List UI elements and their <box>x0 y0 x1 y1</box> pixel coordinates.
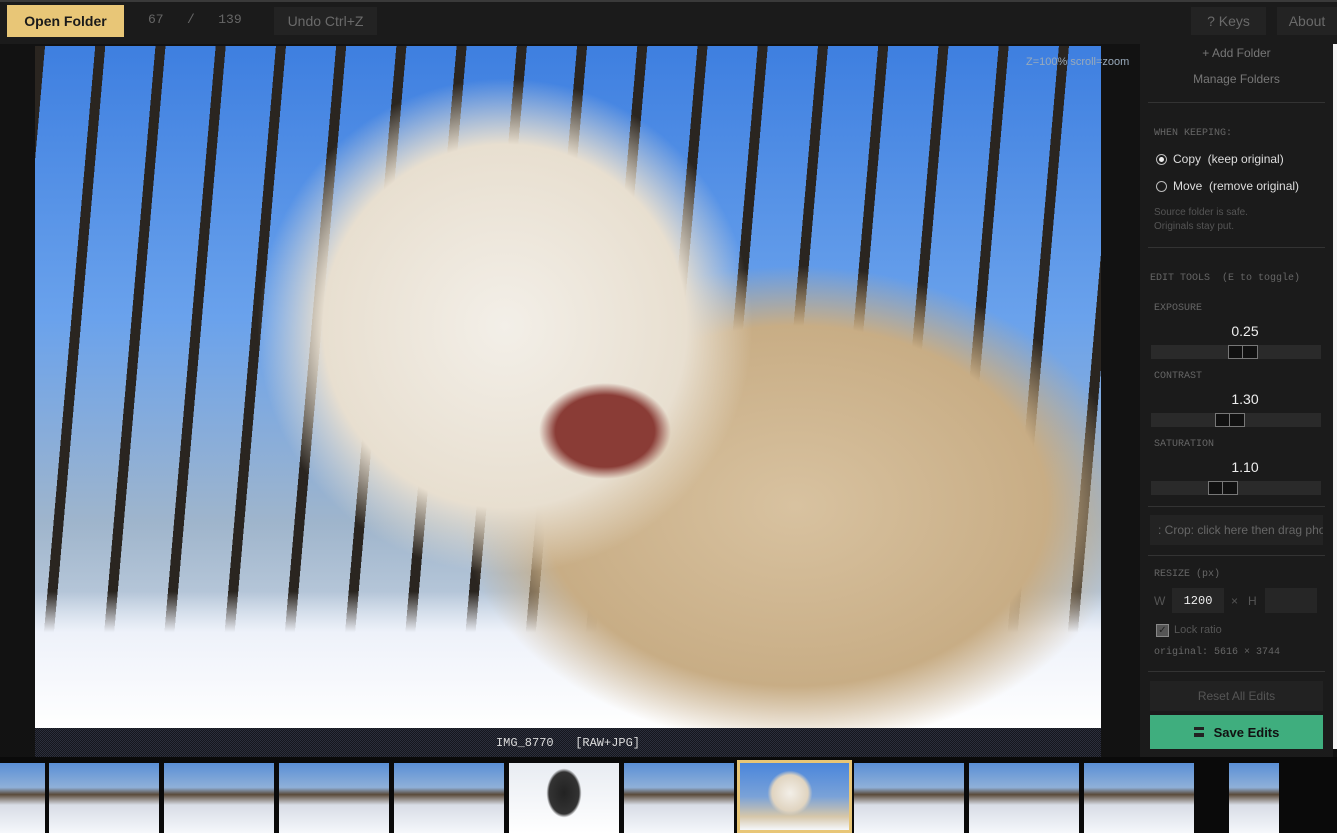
thumbnail[interactable] <box>624 763 734 833</box>
add-folder-link[interactable]: + Add Folder <box>1140 46 1333 60</box>
thumbnail[interactable] <box>1084 763 1194 833</box>
reset-edits-button[interactable]: Reset All Edits <box>1150 681 1323 711</box>
thumbnail[interactable] <box>0 763 45 833</box>
lock-ratio-label: Lock ratio <box>1174 624 1222 636</box>
photo-caption: IMG_8770 [RAW+JPG] <box>35 728 1101 757</box>
zoom-hint: Z=100% scroll=zoom <box>1026 56 1130 68</box>
thumbnail[interactable] <box>854 763 964 833</box>
photo-viewer[interactable]: Z=100% scroll=zoom IMG_8770 [RAW+JPG] <box>0 44 1140 757</box>
contrast-slider[interactable] <box>1151 413 1321 427</box>
radio-move[interactable]: Move (remove original) <box>1156 179 1299 193</box>
resize-heading: RESIZE (px) <box>1154 569 1221 580</box>
divider <box>1148 555 1325 556</box>
slider-thumb[interactable] <box>1228 345 1258 359</box>
when-keeping-heading: WHEN KEEPING: <box>1154 128 1233 139</box>
saturation-label: SATURATION <box>1154 439 1215 450</box>
saturation-slider[interactable] <box>1151 481 1321 495</box>
thumbnail[interactable] <box>279 763 389 833</box>
filmstrip <box>0 757 1337 833</box>
radio-selected-icon <box>1156 153 1167 165</box>
saturation-value: 1.10 <box>1231 459 1259 475</box>
total-count: 139 <box>218 12 242 27</box>
contrast-value: 1.30 <box>1231 391 1259 407</box>
keys-button[interactable]: ? Keys <box>1191 7 1266 35</box>
divider <box>1148 247 1325 248</box>
save-label: Save Edits <box>1213 724 1280 740</box>
thumbnail[interactable] <box>164 763 274 833</box>
thumbnail[interactable] <box>509 763 619 833</box>
radio-label: Move (remove original) <box>1173 179 1300 193</box>
top-bar: Open Folder 67 / 139 Undo Ctrl+Z ? Keys … <box>0 0 1337 44</box>
manage-folders-link[interactable]: Manage Folders <box>1140 72 1333 86</box>
thumbnail[interactable] <box>969 763 1079 833</box>
contrast-label: CONTRAST <box>1154 371 1203 382</box>
edit-tools-heading: EDIT TOOLS (E to toggle) <box>1150 273 1301 284</box>
times-sign: × <box>1231 594 1239 608</box>
exposure-value: 0.25 <box>1231 323 1259 339</box>
divider <box>1148 506 1325 507</box>
note-line: Source folder is safe. <box>1154 207 1248 218</box>
height-label: H <box>1248 594 1257 608</box>
thumbnail[interactable] <box>49 763 159 833</box>
note-line: Originals stay put. <box>1154 221 1235 232</box>
keeping-note: Source folder is safe. Originals stay put… <box>1154 206 1248 234</box>
about-button[interactable]: About <box>1277 7 1337 35</box>
radio-label: Copy (keep original) <box>1173 152 1284 166</box>
counter-separator: / <box>187 12 195 27</box>
save-icon <box>1193 727 1204 737</box>
scrollbar[interactable] <box>1333 44 1337 749</box>
original-size: original: 5616 × 3744 <box>1154 647 1281 658</box>
crop-button[interactable]: : Crop: click here then drag photo <box>1150 515 1323 545</box>
lock-ratio-checkbox[interactable]: ✓ <box>1156 624 1169 637</box>
image-counter: 67 / 139 <box>148 12 242 27</box>
main-photo[interactable] <box>35 46 1101 728</box>
slider-thumb[interactable] <box>1215 413 1246 427</box>
thumbnail[interactable] <box>1229 763 1279 833</box>
resize-width-input[interactable] <box>1172 588 1224 613</box>
radio-unselected-icon <box>1156 180 1167 192</box>
divider <box>1148 102 1325 103</box>
open-folder-button[interactable]: Open Folder <box>7 5 124 37</box>
thumbnail[interactable] <box>394 763 504 833</box>
thumbnail-selected[interactable] <box>737 760 852 833</box>
resize-height-input[interactable] <box>1265 588 1317 613</box>
divider <box>1148 671 1325 672</box>
radio-copy[interactable]: Copy (keep original) <box>1156 152 1284 166</box>
width-label: W <box>1154 594 1166 608</box>
sidebar: + Add Folder Manage Folders WHEN KEEPING… <box>1140 44 1333 757</box>
exposure-label: EXPOSURE <box>1154 303 1203 314</box>
current-index: 67 <box>148 12 164 27</box>
slider-thumb[interactable] <box>1208 481 1239 495</box>
save-edits-button[interactable]: Save Edits <box>1150 715 1323 749</box>
undo-button[interactable]: Undo Ctrl+Z <box>274 7 377 35</box>
exposure-slider[interactable] <box>1151 345 1321 359</box>
